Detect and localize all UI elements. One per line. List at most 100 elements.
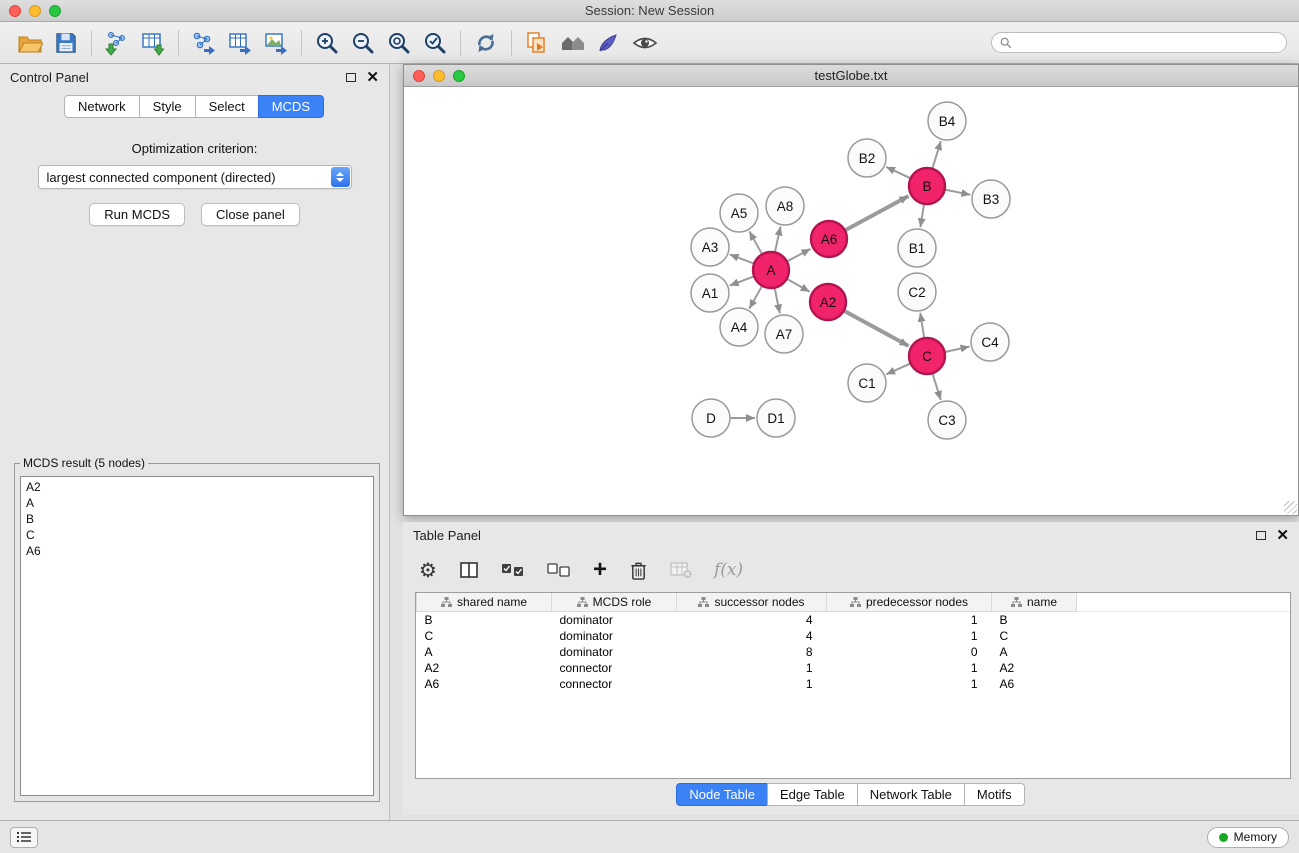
table-tab-network-table[interactable]: Network Table bbox=[857, 783, 965, 806]
graph-node-B[interactable]: B bbox=[909, 168, 945, 204]
graph-edge-A-A2[interactable] bbox=[788, 279, 810, 291]
column-icon[interactable] bbox=[459, 560, 479, 580]
column-header-MCDS-role[interactable]: MCDS role bbox=[552, 593, 677, 611]
network-window-titlebar[interactable]: testGlobe.txt bbox=[404, 65, 1298, 87]
zoom-fit-icon[interactable] bbox=[381, 27, 417, 59]
graph-node-A[interactable]: A bbox=[753, 252, 789, 288]
graph-node-A1[interactable]: A1 bbox=[691, 274, 729, 312]
run-mcds-button[interactable]: Run MCDS bbox=[89, 203, 185, 226]
graph-edge-C-C4[interactable] bbox=[946, 347, 970, 352]
graph-edge-B-B1[interactable] bbox=[920, 205, 924, 228]
tab-select[interactable]: Select bbox=[195, 95, 259, 118]
graph-node-A4[interactable]: A4 bbox=[720, 308, 758, 346]
memory-button[interactable]: Memory bbox=[1207, 827, 1289, 848]
close-window-button[interactable] bbox=[9, 5, 21, 17]
open-file-icon[interactable] bbox=[12, 27, 48, 59]
graph-node-C3[interactable]: C3 bbox=[928, 401, 966, 439]
eye-icon[interactable] bbox=[627, 27, 663, 59]
graph-edge-B-B4[interactable] bbox=[933, 141, 941, 168]
graph-edge-A-A3[interactable] bbox=[730, 254, 754, 263]
graph-node-B2[interactable]: B2 bbox=[848, 139, 886, 177]
graph-edge-A-A1[interactable] bbox=[730, 277, 754, 286]
network-close-button[interactable] bbox=[413, 70, 425, 82]
graph-node-A8[interactable]: A8 bbox=[766, 187, 804, 225]
graph-node-D1[interactable]: D1 bbox=[757, 399, 795, 437]
graph-node-B1[interactable]: B1 bbox=[898, 229, 936, 267]
select-all-icon[interactable] bbox=[501, 563, 525, 578]
save-icon[interactable] bbox=[48, 27, 84, 59]
add-column-icon[interactable]: + bbox=[593, 558, 607, 582]
mcds-result-item[interactable]: C bbox=[26, 527, 368, 543]
network-zoom-button[interactable] bbox=[453, 70, 465, 82]
graph-edge-A-A6[interactable] bbox=[788, 249, 811, 261]
copy-network-icon[interactable] bbox=[519, 27, 555, 59]
mcds-result-list[interactable]: A2ABCA6 bbox=[20, 476, 374, 796]
node-table-container[interactable]: shared nameMCDS rolesuccessor nodesprede… bbox=[415, 592, 1291, 779]
resize-grip[interactable] bbox=[1284, 501, 1297, 514]
graph-node-C2[interactable]: C2 bbox=[898, 273, 936, 311]
zoom-in-icon[interactable] bbox=[309, 27, 345, 59]
zoom-window-button[interactable] bbox=[49, 5, 61, 17]
mcds-result-item[interactable]: B bbox=[26, 511, 368, 527]
close-panel-icon[interactable]: ✕ bbox=[366, 70, 379, 85]
graph-edge-A-A4[interactable] bbox=[749, 287, 761, 309]
network-canvas[interactable]: B4B2BB3A8A5A6A3B1AA1C2A2A4A7C4CC1C3DD1 bbox=[404, 87, 1298, 515]
tab-network[interactable]: Network bbox=[64, 95, 140, 118]
mcds-result-item[interactable]: A bbox=[26, 495, 368, 511]
graph-edge-A-A5[interactable] bbox=[749, 231, 761, 253]
export-image-icon[interactable] bbox=[258, 27, 294, 59]
tab-mcds[interactable]: MCDS bbox=[258, 95, 324, 118]
graph-node-A2[interactable]: A2 bbox=[810, 284, 846, 320]
graph-node-A5[interactable]: A5 bbox=[720, 194, 758, 232]
network-graph[interactable]: B4B2BB3A8A5A6A3B1AA1C2A2A4A7C4CC1C3DD1 bbox=[404, 87, 1298, 515]
graph-edge-C-C2[interactable] bbox=[920, 313, 924, 337]
graph-edge-A-A8[interactable] bbox=[775, 227, 780, 252]
column-header-shared-name[interactable]: shared name bbox=[417, 593, 552, 611]
graph-node-B4[interactable]: B4 bbox=[928, 102, 966, 140]
home-icon[interactable] bbox=[555, 27, 591, 59]
zoom-out-icon[interactable] bbox=[345, 27, 381, 59]
import-network-icon[interactable] bbox=[99, 27, 135, 59]
delete-columns-icon[interactable] bbox=[629, 560, 648, 581]
search-box[interactable] bbox=[991, 32, 1287, 53]
graph-edge-A2-C[interactable] bbox=[845, 311, 909, 346]
zoom-selected-icon[interactable] bbox=[417, 27, 453, 59]
table-tab-node-table[interactable]: Node Table bbox=[676, 783, 768, 806]
table-row[interactable]: A2connector11A2 bbox=[417, 660, 1291, 676]
column-header-predecessor-nodes[interactable]: predecessor nodes bbox=[827, 593, 992, 611]
import-table-icon[interactable] bbox=[135, 27, 171, 59]
export-table-icon[interactable] bbox=[222, 27, 258, 59]
table-row[interactable]: Bdominator41B bbox=[417, 611, 1291, 628]
graph-node-C4[interactable]: C4 bbox=[971, 323, 1009, 361]
task-history-button[interactable] bbox=[10, 827, 38, 848]
graph-node-C[interactable]: C bbox=[909, 338, 945, 374]
table-row[interactable]: Adominator80A bbox=[417, 644, 1291, 660]
refresh-icon[interactable] bbox=[468, 27, 504, 59]
export-network-icon[interactable] bbox=[186, 27, 222, 59]
mcds-result-item[interactable]: A2 bbox=[26, 479, 368, 495]
graph-edge-A-A7[interactable] bbox=[775, 289, 780, 314]
float-table-panel-icon[interactable] bbox=[1256, 531, 1266, 540]
graph-edge-A6-B[interactable] bbox=[846, 196, 909, 230]
tab-style[interactable]: Style bbox=[139, 95, 196, 118]
network-minimize-button[interactable] bbox=[433, 70, 445, 82]
table-row[interactable]: A6connector11A6 bbox=[417, 676, 1291, 692]
deselect-all-icon[interactable] bbox=[547, 563, 571, 578]
gear-icon[interactable]: ⚙ bbox=[419, 558, 437, 582]
minimize-window-button[interactable] bbox=[29, 5, 41, 17]
mcds-result-item[interactable]: A6 bbox=[26, 543, 368, 559]
graph-node-B3[interactable]: B3 bbox=[972, 180, 1010, 218]
graph-node-C1[interactable]: C1 bbox=[848, 364, 886, 402]
graph-edge-C-C3[interactable] bbox=[933, 374, 941, 400]
graph-edge-B-B2[interactable] bbox=[886, 167, 910, 178]
graph-edge-C-C1[interactable] bbox=[886, 364, 910, 375]
table-tab-motifs[interactable]: Motifs bbox=[964, 783, 1025, 806]
criterion-select[interactable]: largest connected component (directed) bbox=[38, 165, 352, 189]
graph-node-D[interactable]: D bbox=[692, 399, 730, 437]
column-header-name[interactable]: name bbox=[992, 593, 1077, 611]
column-header-successor-nodes[interactable]: successor nodes bbox=[677, 593, 827, 611]
graph-node-A6[interactable]: A6 bbox=[811, 221, 847, 257]
brush-icon[interactable] bbox=[591, 27, 627, 59]
close-panel-button[interactable]: Close panel bbox=[201, 203, 300, 226]
search-input[interactable] bbox=[1017, 36, 1278, 50]
